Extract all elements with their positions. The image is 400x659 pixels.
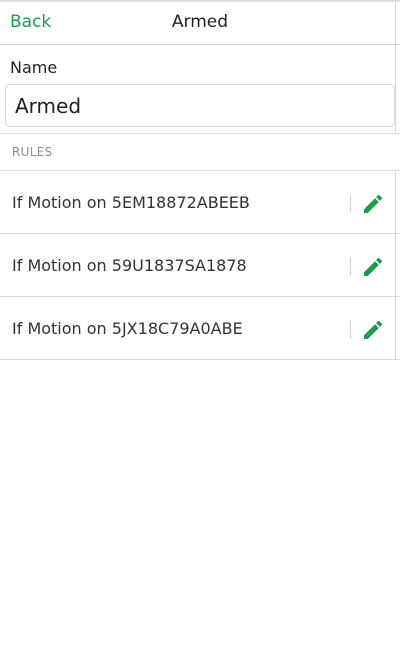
pencil-icon [364, 257, 383, 276]
rule-row[interactable]: If Motion on 59U1837SA1878 [0, 234, 400, 297]
rule-label: If Motion on 59U1837SA1878 [12, 256, 247, 275]
rules-section-header: RULES [0, 133, 400, 171]
rule-row[interactable]: If Motion on 5JX18C79A0ABE [0, 297, 400, 360]
pencil-icon [364, 320, 383, 339]
name-label: Name [10, 58, 58, 77]
rule-set-screen: Back Armed Name RULES If Motion on 5EM18… [0, 0, 400, 659]
navigation-bar: Back Armed [0, 0, 400, 45]
edit-rule-button[interactable] [358, 315, 388, 345]
pencil-icon [364, 194, 383, 213]
rule-label: If Motion on 5EM18872ABEEB [12, 193, 250, 212]
rule-label: If Motion on 5JX18C79A0ABE [12, 319, 243, 338]
rule-row[interactable]: If Motion on 5EM18872ABEEB [0, 171, 400, 234]
rule-separator [350, 258, 351, 275]
rule-separator [350, 321, 351, 338]
edit-rule-button[interactable] [358, 252, 388, 282]
rules-header-label: RULES [12, 145, 53, 159]
name-field[interactable] [5, 84, 395, 127]
rule-separator [350, 195, 351, 212]
edit-rule-button[interactable] [358, 189, 388, 219]
rules-list: If Motion on 5EM18872ABEEB If Motion on … [0, 171, 400, 360]
page-title: Armed [171, 12, 229, 32]
